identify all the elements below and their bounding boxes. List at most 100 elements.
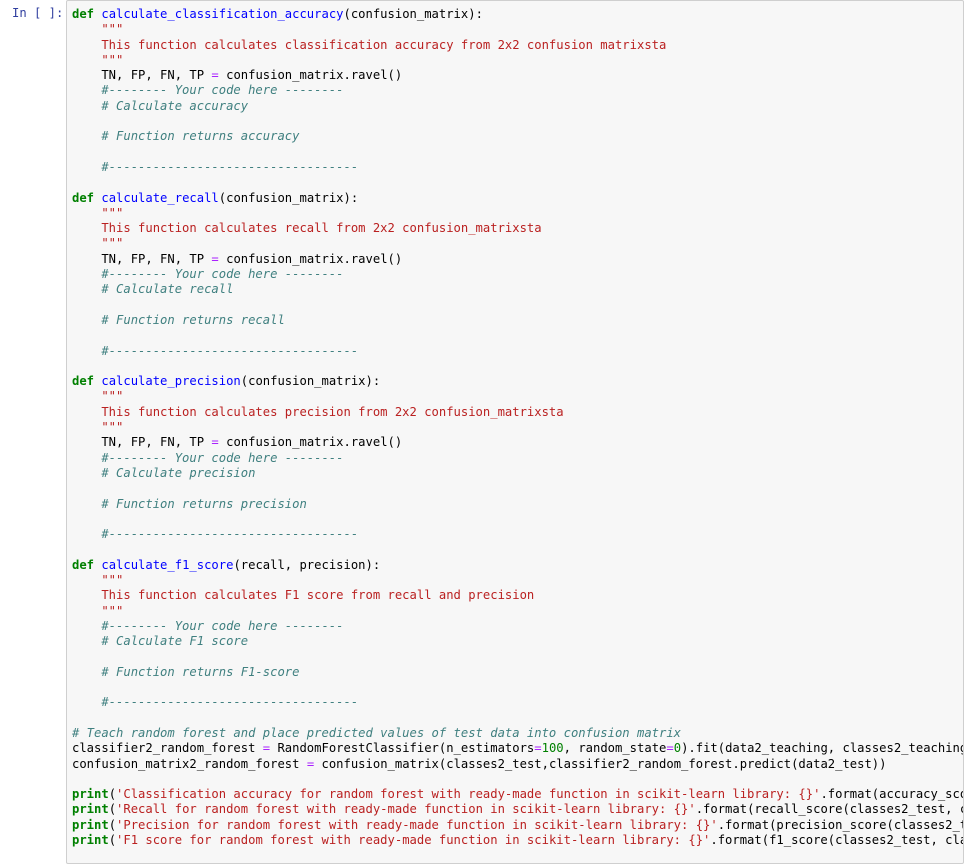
token-kw: def: [72, 557, 95, 572]
code-line: def calculate_classification_accuracy(co…: [72, 7, 963, 22]
code-line: #----------------------------------: [72, 343, 963, 359]
token: confusion_matrix(classes2_test,classifie…: [314, 756, 887, 771]
token-fn: calculate_f1_score: [101, 557, 234, 572]
token: .format(recall_score(classes2_test, clas…: [695, 802, 963, 817]
code-line: #-------- Your code here --------: [72, 83, 963, 98]
token: confusion_matrix.ravel(): [218, 435, 403, 450]
token-op: =: [211, 68, 219, 83]
token: (: [108, 817, 117, 832]
code-line: # Calculate recall: [72, 282, 963, 297]
token-fn: calculate_classification_accuracy: [101, 7, 344, 21]
code-line: """: [72, 205, 963, 221]
code-line: print('Classification accuracy for rando…: [72, 787, 963, 802]
code-line: #----------------------------------: [72, 695, 963, 710]
token-doc: """: [72, 389, 124, 404]
token-cm: # Function returns recall: [72, 312, 285, 327]
token-cm: #----------------------------------: [72, 343, 359, 358]
token-op: =: [211, 251, 219, 266]
code-line: #-------- Your code here --------: [72, 618, 963, 634]
token-str: 'Precision for random forest with ready-…: [116, 817, 718, 832]
code-line: # Calculate precision: [72, 465, 963, 481]
token-num: 100: [541, 741, 564, 756]
input-prompt: In [ ]:: [12, 6, 64, 20]
token-str: 'Classification accuracy for random fore…: [116, 787, 821, 802]
token: (: [108, 787, 117, 802]
code-line: print('F1 score for random forest with r…: [72, 833, 963, 848]
token-kw: def: [72, 374, 95, 389]
token: (: [108, 802, 117, 817]
token: (recall, precision):: [233, 557, 381, 572]
code-line: """: [72, 22, 963, 37]
token: confusion_matrix2_random_forest: [72, 756, 307, 771]
code-line: """: [72, 572, 963, 588]
code-cell[interactable]: In [ ]: def calculate_classification_acc…: [0, 0, 966, 865]
token-cm: # Teach random forest and place predicte…: [72, 725, 682, 740]
token-kw: def: [72, 190, 95, 205]
token-kw: def: [72, 7, 95, 21]
token: .format(accuracy_score(classes2_test, cl…: [820, 787, 963, 802]
token-doc: """: [72, 205, 124, 220]
token-doc: """: [72, 420, 124, 435]
code-line: # Calculate accuracy: [72, 98, 963, 114]
code-line: #----------------------------------: [72, 527, 963, 542]
token-cm: # Calculate precision: [72, 465, 256, 480]
token-cm: #-------- Your code here --------: [72, 83, 344, 98]
code-line: TN, FP, FN, TP = confusion_matrix.ravel(…: [72, 435, 963, 450]
code-line: This function calculates classification …: [72, 38, 963, 53]
code-line: """: [72, 604, 963, 619]
token-op: =: [534, 741, 542, 756]
token-cm: #----------------------------------: [72, 527, 359, 542]
code-line: This function calculates recall from 2x2…: [72, 221, 963, 236]
code-line: # Teach random forest and place predicte…: [72, 725, 963, 741]
code-line: """: [72, 52, 963, 68]
code-line: TN, FP, FN, TP = confusion_matrix.ravel(…: [72, 68, 963, 83]
code-line: # Calculate F1 score: [72, 634, 963, 649]
code-line: print('Recall for random forest with rea…: [72, 802, 963, 817]
code-line: # Function returns precision: [72, 497, 963, 512]
token: TN, FP, FN, TP: [72, 251, 212, 266]
token-cm: # Function returns accuracy: [72, 129, 300, 144]
token: .format(f1_score(classes2_test, classifi…: [710, 833, 963, 848]
token-doc: """: [72, 52, 124, 67]
token-fn: calculate_precision: [101, 374, 241, 389]
token-cm: # Function returns F1-score: [72, 664, 300, 679]
code-editor[interactable]: def calculate_classification_accuracy(co…: [66, 0, 964, 864]
code-line: #-------- Your code here --------: [72, 267, 963, 282]
code-line: # Function returns F1-score: [72, 664, 963, 680]
token-cm: #-------- Your code here --------: [72, 618, 344, 633]
token: RandomForestClassifier(n_estimators: [270, 741, 535, 756]
token-kw: print: [72, 817, 109, 832]
token-op: =: [666, 741, 674, 756]
code-line: """: [72, 420, 963, 435]
code-line: This function calculates F1 score from r…: [72, 588, 963, 603]
code-text[interactable]: def calculate_classification_accuracy(co…: [72, 7, 963, 848]
code-line: def calculate_precision(confusion_matrix…: [72, 374, 963, 389]
token-doc: """: [72, 236, 124, 251]
code-line: This function calculates precision from …: [72, 404, 963, 420]
code-line: #-------- Your code here --------: [72, 451, 963, 466]
token-doc: This function calculates precision from …: [72, 404, 564, 419]
token-doc: """: [72, 572, 124, 587]
token-cm: # Calculate F1 score: [72, 634, 249, 649]
token-str: 'F1 score for random forest with ready-m…: [116, 833, 711, 848]
code-line: #----------------------------------: [72, 160, 963, 175]
token: TN, FP, FN, TP: [72, 68, 212, 83]
token-op: =: [211, 435, 219, 450]
token: (confusion_matrix):: [218, 190, 359, 205]
token-num: 0: [673, 741, 682, 756]
code-line: def calculate_f1_score(recall, precision…: [72, 557, 963, 573]
token-doc: This function calculates F1 score from r…: [72, 588, 535, 603]
token-cm: # Calculate accuracy: [72, 98, 249, 113]
token: classifier2_random_forest: [72, 741, 263, 756]
